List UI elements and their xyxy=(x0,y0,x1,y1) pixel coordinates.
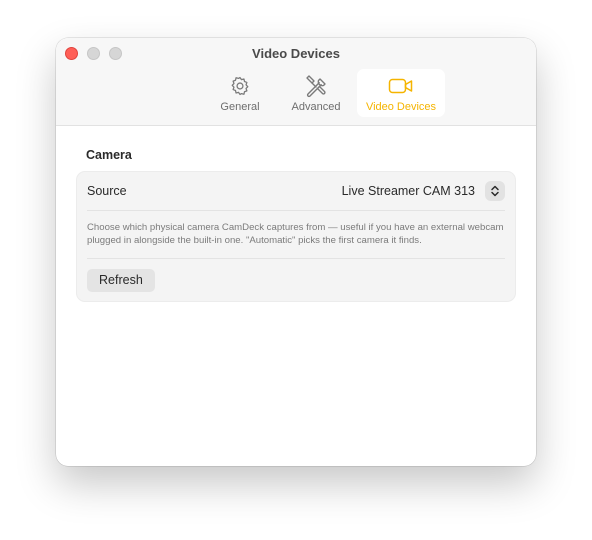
source-row: Source Live Streamer CAM 313 xyxy=(87,172,505,211)
source-value: Live Streamer CAM 313 xyxy=(341,184,475,198)
refresh-row: Refresh xyxy=(87,259,505,301)
tab-general[interactable]: General xyxy=(205,69,275,117)
tools-icon xyxy=(303,73,329,99)
preferences-toolbar: General Advanced Video Devices xyxy=(56,69,536,117)
content-area: Camera Source Live Streamer CAM 313 Choo… xyxy=(56,126,536,302)
titlebar: Video Devices General Advanced Video Dev… xyxy=(56,38,536,126)
source-description: Choose which physical camera CamDeck cap… xyxy=(87,211,505,259)
chevron-up-down-icon xyxy=(485,181,505,201)
tab-general-label: General xyxy=(220,101,260,113)
window-title: Video Devices xyxy=(252,46,340,61)
source-label: Source xyxy=(87,184,127,198)
camera-settings-group: Source Live Streamer CAM 313 Choose whic… xyxy=(76,171,516,302)
tab-video-devices-label: Video Devices xyxy=(365,101,437,113)
desktop: Video Devices General Advanced Video Dev… xyxy=(0,0,592,540)
camera-section-title: Camera xyxy=(86,148,132,162)
source-popup-button[interactable]: Live Streamer CAM 313 xyxy=(342,181,505,201)
preferences-window: Video Devices General Advanced Video Dev… xyxy=(56,38,536,466)
refresh-button[interactable]: Refresh xyxy=(87,268,155,292)
tab-video-devices[interactable]: Video Devices xyxy=(357,69,445,117)
gear-icon xyxy=(227,73,253,99)
tab-advanced-label: Advanced xyxy=(291,101,341,113)
video-camera-icon xyxy=(388,73,414,99)
tab-advanced[interactable]: Advanced xyxy=(281,69,351,117)
